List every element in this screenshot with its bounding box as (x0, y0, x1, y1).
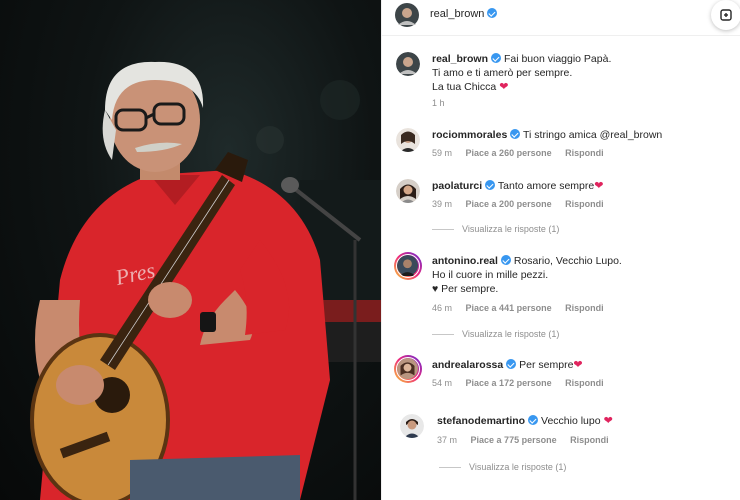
post-header: real_brown (382, 0, 740, 36)
reply-button[interactable]: Rispondi (565, 303, 604, 313)
comment-item: stefanodemartino Vecchio lupo ❤ 37 m Pia… (382, 410, 740, 476)
red-heart-icon: ❤ (496, 81, 509, 93)
comment-time: 54 m (432, 378, 453, 388)
comment-avatar[interactable] (394, 252, 422, 280)
comment-item: andrealarossa Per sempre❤ 54 m Piace a 1… (382, 354, 740, 394)
comment-body: stefanodemartino Vecchio lupo ❤ (437, 414, 733, 428)
comment-meta: 59 m Piace a 260 persone Rispondi (432, 148, 615, 158)
comment-meta: 37 m Piace a 775 persone Rispondi (437, 435, 620, 445)
red-heart-icon: ❤ (573, 359, 583, 371)
reply-button[interactable]: Rispondi (565, 378, 604, 388)
red-heart-icon: ❤ (594, 180, 604, 192)
share-icon[interactable] (711, 0, 740, 30)
view-replies-label[interactable]: Visualizza le risposte (1) (462, 329, 559, 339)
comment-meta: 54 m Piace a 172 persone Rispondi (432, 378, 615, 388)
verified-badge-icon (487, 8, 498, 18)
view-replies-label[interactable]: Visualizza le risposte (1) (462, 224, 559, 234)
comment-username[interactable]: paolaturci (432, 180, 482, 192)
comment-time: 59 m (432, 148, 453, 158)
verified-badge-icon (506, 359, 517, 369)
comment-time: 1 h (432, 98, 445, 108)
comment-meta: 1 h (432, 98, 456, 108)
comment-text: Vecchio lupo (541, 415, 601, 427)
comment-body: antonino.real Rosario, Vecchio Lupo. Ho … (432, 254, 733, 296)
comment-likes[interactable]: Piace a 172 persone (466, 378, 552, 388)
comment-likes[interactable]: Piace a 260 persone (466, 148, 552, 158)
comment-item: paolaturci Tanto amore sempre❤ 39 m Piac… (382, 175, 740, 237)
comment-username[interactable]: real_brown (432, 53, 488, 65)
view-replies-label[interactable]: Visualizza le risposte (1) (469, 462, 566, 472)
comment-item: antonino.real Rosario, Vecchio Lupo. Ho … (382, 250, 740, 342)
reply-button[interactable]: Rispondi (565, 199, 604, 209)
comment-meta: 46 m Piace a 441 persone Rispondi (432, 303, 615, 313)
comment-avatar[interactable] (396, 179, 420, 203)
comment-avatar[interactable] (400, 414, 424, 438)
comment-text: Per sempre (519, 359, 574, 371)
view-replies-button[interactable]: Visualizza le risposte (1) (432, 224, 559, 234)
comment-body: rociommorales Ti stringo amica @real_bro… (432, 128, 733, 142)
red-heart-icon: ❤ (600, 415, 613, 427)
comment-username[interactable]: rociommorales (432, 129, 507, 141)
verified-badge-icon (510, 129, 521, 139)
caption-comment: real_brown Fai buon viaggio Papà. Ti amo… (382, 48, 740, 113)
view-replies-button[interactable]: Visualizza le risposte (1) (439, 462, 566, 472)
comment-likes[interactable]: Piace a 200 persone (466, 199, 552, 209)
comment-avatar[interactable] (396, 128, 420, 152)
comment-username[interactable]: antonino.real (432, 255, 498, 267)
comment-username[interactable]: stefanodemartino (437, 415, 525, 427)
post-photo: Pres (0, 0, 381, 500)
comment-time: 37 m (437, 435, 458, 445)
comment-username[interactable]: andrealarossa (432, 359, 503, 371)
comments-panel: real_brown real_brown Fai buon viaggio P… (381, 0, 740, 500)
reply-button[interactable]: Rispondi (570, 435, 609, 445)
verified-badge-icon (485, 180, 496, 190)
replies-divider (432, 229, 454, 231)
post-photo-illustration: Pres (30, 61, 381, 500)
comment-body: real_brown Fai buon viaggio Papà. Ti amo… (432, 52, 733, 94)
comment-avatar[interactable] (396, 52, 420, 76)
comment-item: rociommorales Ti stringo amica @real_bro… (382, 124, 740, 164)
comment-text: Ti stringo amica @real_brown (523, 129, 663, 141)
author-username[interactable]: real_brown (430, 8, 498, 20)
author-username-text[interactable]: real_brown (430, 8, 484, 20)
comment-avatar[interactable] (394, 355, 422, 383)
reply-button[interactable]: Rispondi (565, 148, 604, 158)
author-avatar[interactable] (395, 3, 419, 27)
comment-meta: 39 m Piace a 200 persone Rispondi (432, 199, 615, 209)
comment-body: andrealarossa Per sempre❤ (432, 358, 733, 372)
comment-likes[interactable]: Piace a 775 persone (471, 435, 557, 445)
replies-divider (439, 467, 461, 469)
comment-likes[interactable]: Piace a 441 persone (466, 303, 552, 313)
verified-badge-icon (491, 53, 502, 63)
comment-time: 39 m (432, 199, 453, 209)
verified-badge-icon (528, 415, 539, 425)
view-replies-button[interactable]: Visualizza le risposte (1) (432, 329, 559, 339)
comment-body: paolaturci Tanto amore sempre❤ (432, 179, 733, 193)
comment-time: 46 m (432, 303, 453, 313)
replies-divider (432, 334, 454, 336)
verified-badge-icon (500, 255, 511, 265)
comment-text: Tanto amore sempre (497, 180, 595, 192)
